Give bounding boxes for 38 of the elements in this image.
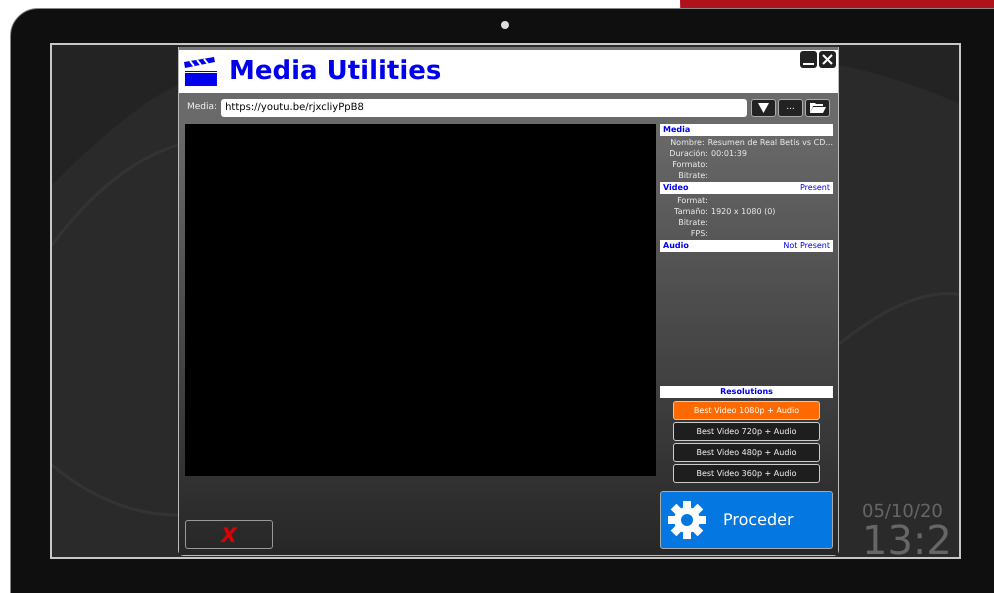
clock-date: 05/10/20 xyxy=(862,503,944,521)
clapperboard-icon xyxy=(183,56,219,86)
resolutions-header: Resolutions xyxy=(660,386,833,398)
info-value: 1920 x 1080 (0) xyxy=(711,206,776,217)
section-title: Video xyxy=(663,182,688,194)
clock-time: 13:2 xyxy=(862,521,952,557)
minimize-icon xyxy=(803,63,814,65)
info-value: Resumen de Real Betis vs CD... xyxy=(708,137,833,148)
info-value: 00:01:39 xyxy=(711,148,747,159)
folder-icon xyxy=(810,102,826,113)
browse-button[interactable]: ... xyxy=(778,98,803,116)
section-title: Media xyxy=(663,124,690,136)
open-folder-button[interactable] xyxy=(805,98,830,116)
info-label: FPS: xyxy=(690,228,708,239)
window-title: Media Utilities xyxy=(229,55,442,88)
info-label: Nombre: xyxy=(669,137,705,148)
resolution-option[interactable]: Best Video 720p + Audio xyxy=(673,422,820,441)
triangle-down-icon xyxy=(758,102,769,112)
info-label: Duración: xyxy=(668,148,708,159)
gear-icon xyxy=(667,500,707,540)
close-icon xyxy=(822,54,833,65)
resolution-option[interactable]: Best Video 360p + Audio xyxy=(673,464,820,483)
resolution-option[interactable]: Best Video 480p + Audio xyxy=(673,443,820,462)
media-label: Media: xyxy=(187,100,218,114)
minimize-button[interactable] xyxy=(800,51,817,68)
media-url-field[interactable]: https://youtu.be/rjxcliyPpB8 xyxy=(221,98,747,116)
info-label: Bitrate: xyxy=(677,217,708,228)
section-status: Not Present xyxy=(783,240,830,252)
info-label: Formato: xyxy=(671,159,708,170)
proceed-button[interactable]: Proceder xyxy=(660,491,833,549)
info-label: Format: xyxy=(676,195,708,206)
section-title: Audio xyxy=(663,240,689,252)
close-button[interactable] xyxy=(819,51,836,68)
dropdown-button[interactable] xyxy=(751,98,776,116)
info-label: Bitrate: xyxy=(677,170,708,181)
camera-icon xyxy=(501,21,509,29)
info-label: Tamaño: xyxy=(673,206,708,217)
section-status: Present xyxy=(800,182,830,194)
